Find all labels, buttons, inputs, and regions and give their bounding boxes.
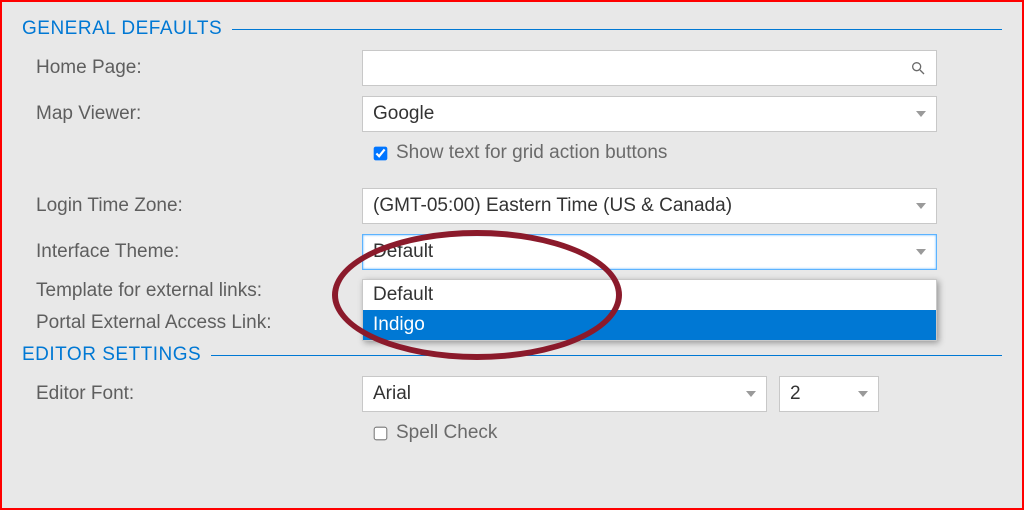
theme-option-default[interactable]: Default	[363, 280, 936, 310]
editor-font-value: Arial	[373, 383, 746, 405]
home-page-label: Home Page:	[22, 57, 362, 79]
map-viewer-select[interactable]: Google	[362, 96, 937, 132]
editor-font-size-select[interactable]: 2	[779, 376, 879, 412]
theme-option-indigo[interactable]: Indigo	[363, 310, 936, 340]
login-tz-select[interactable]: (GMT-05:00) Eastern Time (US & Canada)	[362, 188, 937, 224]
editor-font-label: Editor Font:	[22, 383, 362, 405]
map-viewer-value: Google	[373, 103, 916, 125]
section-rule	[211, 355, 1002, 356]
editor-font-select[interactable]: Arial	[362, 376, 767, 412]
portal-ext-label: Portal External Access Link:	[22, 312, 362, 334]
chevron-down-icon	[916, 111, 926, 117]
chevron-down-icon	[916, 203, 926, 209]
spell-check-label: Spell Check	[396, 422, 497, 444]
home-page-input[interactable]	[362, 50, 937, 86]
section-title: EDITOR SETTINGS	[22, 344, 201, 366]
interface-theme-select[interactable]: Default	[362, 234, 937, 270]
map-viewer-label: Map Viewer:	[22, 103, 362, 125]
template-ext-label: Template for external links:	[22, 280, 362, 302]
chevron-down-icon	[916, 249, 926, 255]
section-rule	[232, 29, 1002, 30]
chevron-down-icon	[746, 391, 756, 397]
grid-text-label: Show text for grid action buttons	[396, 142, 667, 164]
spell-check-checkbox[interactable]	[374, 426, 388, 440]
interface-theme-value: Default	[373, 241, 916, 263]
search-icon[interactable]	[910, 60, 926, 76]
interface-theme-label: Interface Theme:	[22, 241, 362, 263]
interface-theme-dropdown[interactable]: Default Indigo	[362, 279, 937, 341]
editor-font-size-value: 2	[790, 383, 858, 405]
section-header-general: GENERAL DEFAULTS	[22, 18, 1002, 40]
grid-text-checkbox[interactable]	[374, 146, 388, 160]
chevron-down-icon	[858, 391, 868, 397]
section-title: GENERAL DEFAULTS	[22, 18, 222, 40]
login-tz-label: Login Time Zone:	[22, 195, 362, 217]
login-tz-value: (GMT-05:00) Eastern Time (US & Canada)	[373, 195, 916, 217]
section-header-editor: EDITOR SETTINGS	[22, 344, 1002, 366]
